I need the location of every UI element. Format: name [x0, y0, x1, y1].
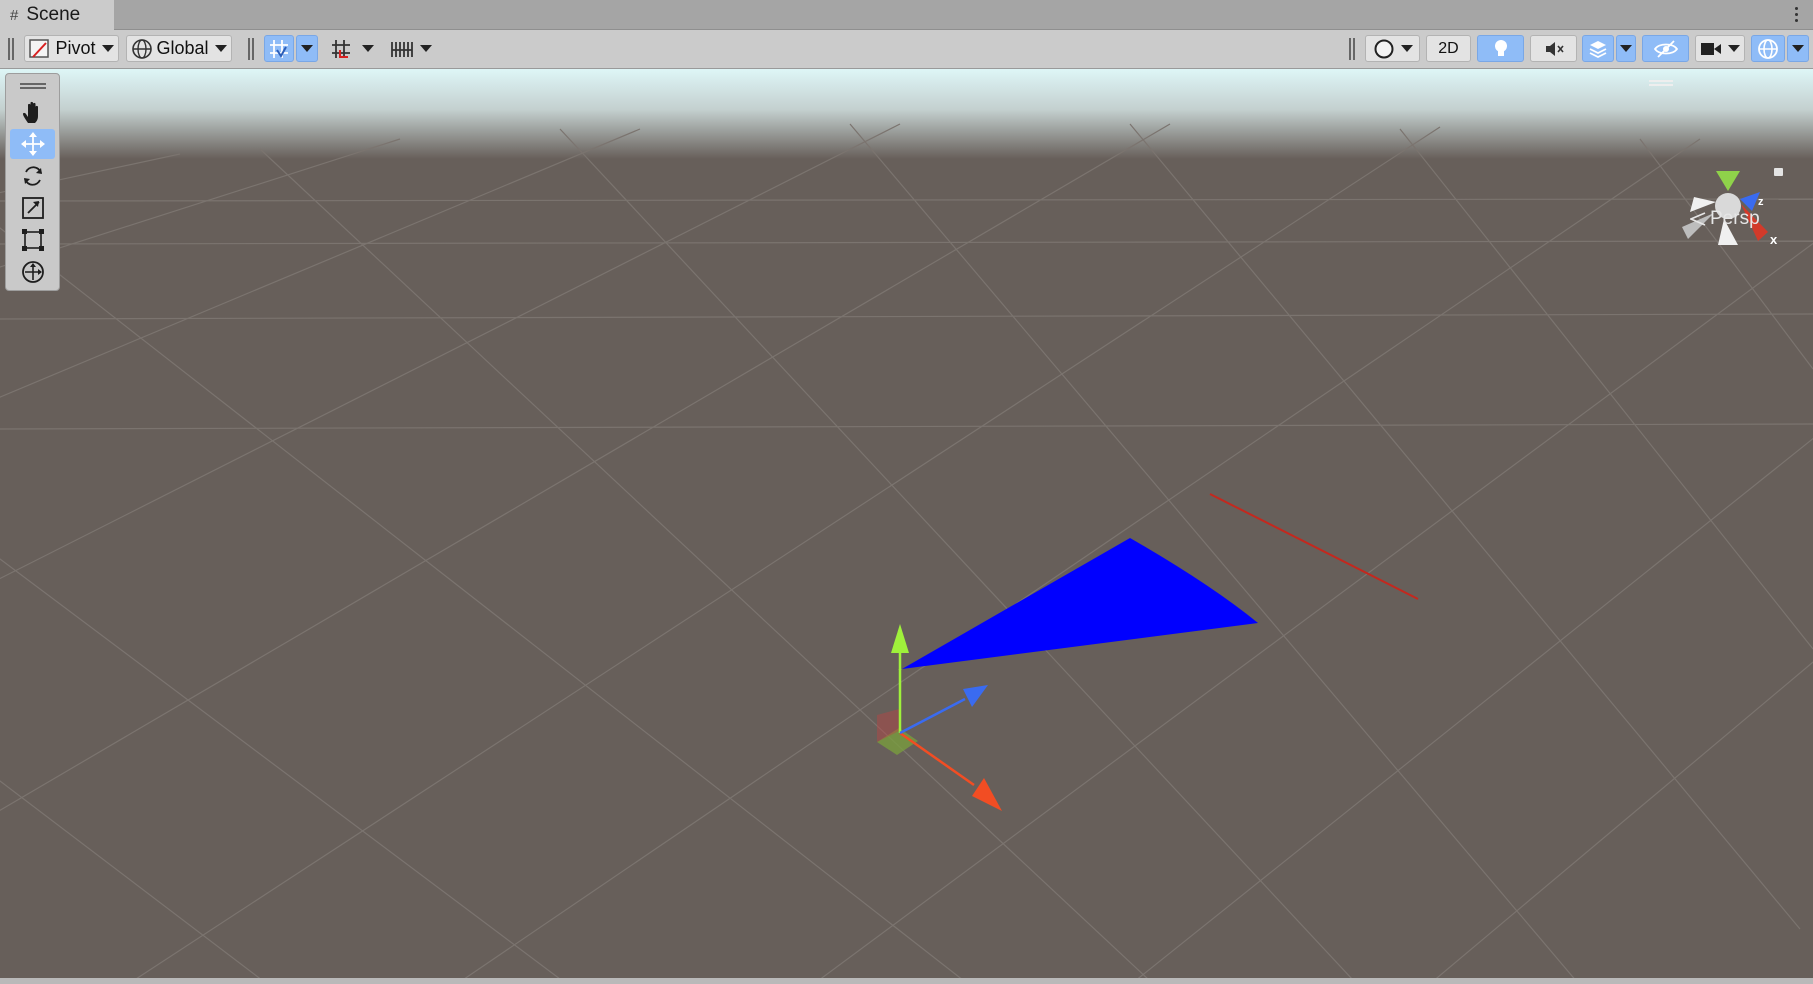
tab-scene[interactable]: # Scene [0, 0, 114, 30]
view-tool-button[interactable] [10, 97, 55, 127]
gizmos-toggle[interactable] [1751, 35, 1785, 62]
audio-toggle[interactable] [1530, 35, 1577, 62]
sky-horizon [0, 69, 1813, 159]
perspective-icon [1690, 212, 1706, 226]
rect-icon [21, 229, 44, 251]
globe-icon [132, 38, 153, 59]
chevron-down-icon [420, 45, 432, 52]
chevron-down-icon [301, 45, 313, 52]
toggle-2d-button[interactable]: 2D [1426, 35, 1471, 62]
scale-tool-button[interactable] [10, 193, 55, 223]
chevron-down-icon [362, 45, 374, 52]
scene-viewport[interactable]: x z [0, 69, 1813, 978]
move-tool-button[interactable] [10, 129, 55, 159]
projection-label: Persp [1710, 208, 1760, 229]
lighting-toggle[interactable] [1477, 35, 1524, 62]
effects-dropdown[interactable] [1616, 35, 1636, 62]
camera-icon [1701, 42, 1721, 55]
camera-dropdown[interactable] [1695, 35, 1745, 62]
ground-plane [0, 69, 1813, 978]
orientation-overlay-handle[interactable] [1649, 80, 1673, 86]
orientation-x-label: x [1770, 232, 1778, 247]
bottom-border [0, 978, 1813, 984]
pivot-label: Pivot [55, 38, 96, 58]
rect-tool-button[interactable] [10, 225, 55, 255]
effects-layers-icon [1589, 40, 1607, 58]
global-dropdown[interactable]: Global [126, 35, 232, 62]
audio-mute-icon [1545, 41, 1564, 56]
global-label: Global [156, 38, 209, 58]
rotate-tool-button[interactable] [10, 161, 55, 191]
grid-snap-icon [270, 39, 288, 58]
chevron-down-icon [1620, 45, 1632, 52]
scene-hash-icon: # [10, 6, 19, 24]
move-icon [20, 132, 45, 156]
scene-toolbar: Pivot Global 2D [0, 30, 1813, 69]
toggle-2d-label: 2D [1438, 39, 1459, 57]
transform-tool-button[interactable] [10, 257, 55, 287]
grid-snap-dropdown[interactable] [296, 35, 318, 62]
scale-icon [21, 197, 44, 219]
tab-bar: # Scene [0, 0, 1813, 30]
draw-mode-dropdown[interactable] [1365, 35, 1420, 62]
scene-canvas[interactable]: x z [0, 69, 1813, 978]
toolbar-grip-right[interactable] [1349, 38, 1355, 60]
orientation-z-label: z [1758, 196, 1764, 208]
pivot-dropdown[interactable]: Pivot [24, 35, 119, 62]
chevron-down-icon [101, 45, 114, 52]
rotate-icon [23, 166, 42, 186]
ruler-dropdown[interactable] [383, 35, 439, 62]
chevron-down-icon [214, 45, 227, 52]
scene-visibility-toggle[interactable] [1642, 35, 1689, 62]
effects-toggle[interactable] [1582, 35, 1614, 62]
tools-overlay [5, 73, 60, 291]
chevron-down-icon [1400, 45, 1413, 52]
gizmos-dropdown[interactable] [1787, 35, 1809, 62]
orientation-lock-icon[interactable] [1774, 168, 1783, 176]
toolbar-grip-mid[interactable] [248, 38, 254, 60]
toolbar-grip-left[interactable] [8, 38, 14, 60]
chevron-down-icon [1728, 45, 1740, 52]
increment-snap-toggle[interactable] [325, 35, 357, 62]
hand-icon [22, 101, 38, 123]
increment-snap-dropdown[interactable] [358, 35, 378, 62]
more-options-icon[interactable] [1795, 4, 1799, 25]
tab-scene-label: Scene [26, 4, 81, 25]
pivot-icon [29, 38, 50, 58]
eye-hidden-icon [1653, 39, 1678, 58]
ruler-icon [391, 41, 413, 57]
tools-overlay-handle[interactable] [20, 83, 46, 89]
increment-snap-icon [332, 39, 350, 58]
chevron-down-icon [1792, 45, 1804, 52]
grid-snap-toggle[interactable] [264, 35, 294, 62]
transform-icon [21, 261, 44, 283]
shaded-sphere-icon [1374, 39, 1393, 58]
projection-toggle[interactable]: Persp [1690, 208, 1760, 230]
lightbulb-icon [1494, 39, 1507, 56]
gizmo-globe-icon [1758, 38, 1778, 59]
